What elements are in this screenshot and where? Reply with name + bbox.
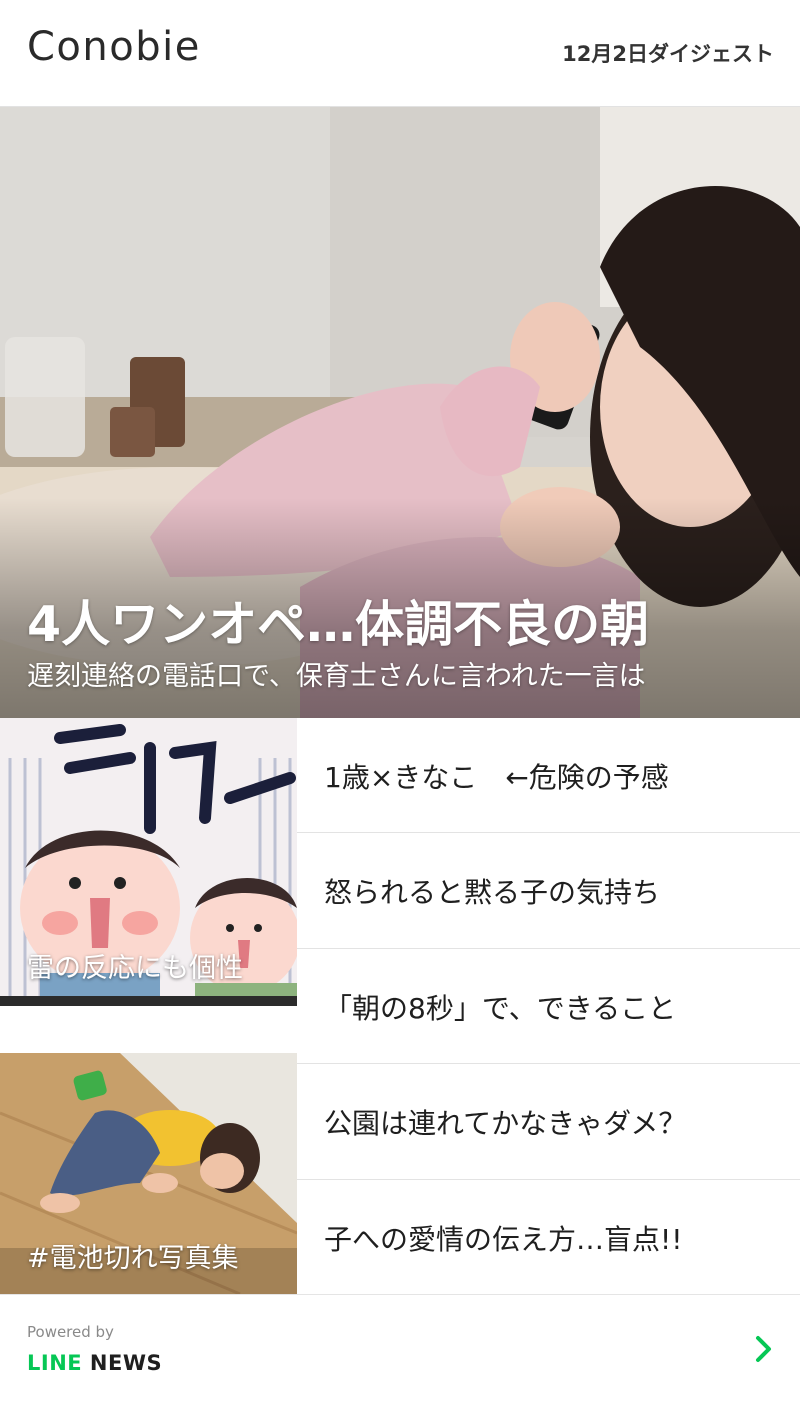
line-news-logo: LINE NEWS — [27, 1351, 162, 1375]
thumbnail-card[interactable]: 雷の反応にも個性 — [0, 718, 297, 1006]
thumbnail-caption: #電池切れ写真集 — [27, 1243, 239, 1274]
list-item[interactable]: 子への愛情の伝え方…盲点!! — [297, 1180, 800, 1295]
article-title: 「朝の8秒」で、できること — [324, 991, 677, 1025]
news-logo-text: NEWS — [82, 1351, 163, 1375]
hero-article[interactable]: 4人ワンオペ…体調不良の朝 遅刻連絡の電話口で、保育士さんに言われた一言は — [0, 107, 800, 718]
article-title: 子への愛情の伝え方…盲点!! — [324, 1222, 683, 1256]
footer[interactable]: Powered by LINE NEWS — [0, 1294, 800, 1403]
line-logo-text: LINE — [27, 1351, 83, 1375]
thumbnail-card[interactable]: #電池切れ写真集 — [0, 1053, 297, 1294]
article-list: 1歳×きなこ ←危険の予感 怒られると黙る子の気持ち 「朝の8秒」で、できること… — [297, 718, 800, 1295]
thumbnail-caption: 雷の反応にも個性 — [27, 953, 243, 984]
conobie-logo[interactable]: Conobie — [27, 24, 201, 70]
list-item[interactable]: 1歳×きなこ ←危険の予感 — [297, 718, 800, 834]
article-title: 公園は連れてかなきゃダメ？ — [324, 1107, 687, 1141]
digest-date: 12月2日ダイジェスト — [562, 42, 774, 66]
article-title: 1歳×きなこ ←危険の予感 — [324, 761, 669, 794]
article-title: 怒られると黙る子の気持ち — [324, 876, 661, 910]
hero-title: 4人ワンオペ…体調不良の朝 — [27, 596, 650, 653]
list-item[interactable]: 怒られると黙る子の気持ち — [297, 833, 800, 949]
app-header: Conobie 12月2日ダイジェスト — [0, 0, 800, 107]
list-item[interactable]: 「朝の8秒」で、できること — [297, 949, 800, 1065]
hero-subtitle: 遅刻連絡の電話口で、保育士さんに言われた一言は — [27, 661, 646, 692]
list-item[interactable]: 公園は連れてかなきゃダメ？ — [297, 1064, 800, 1180]
powered-by-label: Powered by — [27, 1323, 114, 1341]
chevron-right-icon[interactable] — [752, 1333, 776, 1365]
